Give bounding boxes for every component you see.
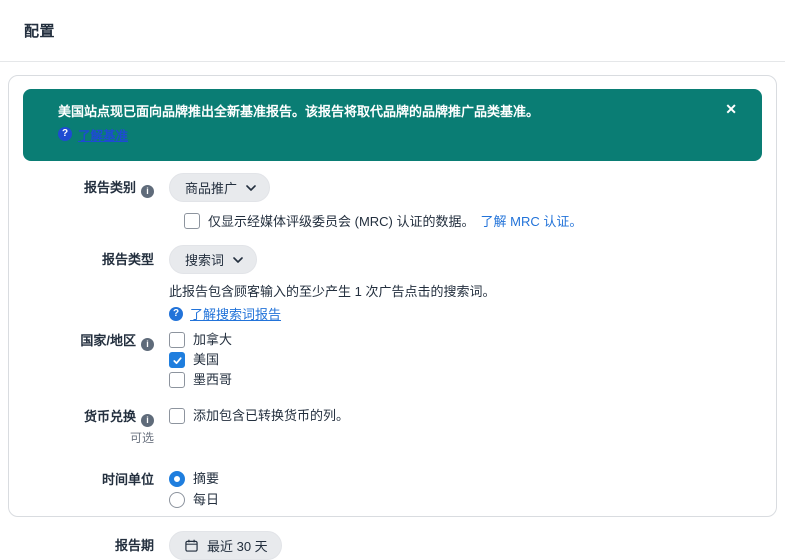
region-option-us: 美国: [169, 351, 232, 369]
region-option-mexico: 墨西哥: [169, 371, 232, 389]
report-period-label: 报告期: [9, 531, 169, 560]
time-unit-daily: 每日: [169, 491, 219, 509]
row-region: 国家/地区i 加拿大 美国 墨西哥: [9, 331, 776, 391]
help-icon: ?: [58, 127, 72, 141]
report-category-dropdown[interactable]: 商品推广: [169, 173, 270, 202]
daily-radio[interactable]: [169, 492, 185, 508]
help-icon: ?: [169, 307, 183, 321]
mexico-label: 墨西哥: [193, 371, 232, 389]
report-category-label: 报告类别i: [9, 173, 169, 202]
us-label: 美国: [193, 351, 219, 369]
announcement-banner: 美国站点现已面向品牌推出全新基准报告。该报告将取代品牌的品牌推广品类基准。 ? …: [23, 89, 762, 161]
canada-label: 加拿大: [193, 331, 232, 349]
info-icon[interactable]: i: [141, 185, 154, 198]
row-report-category: 报告类别i 商品推广: [9, 173, 776, 202]
calendar-icon: [185, 539, 198, 552]
page-title: 配置: [24, 20, 55, 41]
learn-search-term-report-link[interactable]: 了解搜索词报告: [190, 304, 281, 323]
report-type-description: 此报告包含顾客输入的至少产生 1 次广告点击的搜索词。: [169, 283, 495, 301]
learn-mrc-link[interactable]: 了解 MRC 认证。: [481, 211, 583, 230]
currency-checkbox-label: 添加包含已转换货币的列。: [193, 407, 349, 425]
region-option-canada: 加拿大: [169, 331, 232, 349]
chevron-down-icon: [246, 185, 256, 191]
mrc-checkbox-label: 仅显示经媒体评级委员会 (MRC) 认证的数据。: [208, 211, 475, 230]
daily-label: 每日: [193, 491, 219, 509]
row-mrc-filter: 仅显示经媒体评级委员会 (MRC) 认证的数据。 了解 MRC 认证。: [184, 211, 776, 230]
time-unit-summary: 摘要: [169, 470, 219, 488]
learn-benchmark-link[interactable]: 了解基准: [78, 125, 128, 144]
region-label: 国家/地区i: [9, 331, 169, 391]
banner-message: 美国站点现已面向品牌推出全新基准报告。该报告将取代品牌的品牌推广品类基准。: [58, 103, 714, 122]
summary-label: 摘要: [193, 470, 219, 488]
mexico-checkbox[interactable]: [169, 372, 185, 388]
row-report-type: 报告类型 搜索词 此报告包含顾客输入的至少产生 1 次广告点击的搜索词。 ? 了…: [9, 245, 776, 323]
time-unit-label: 时间单位: [9, 470, 169, 512]
report-type-label: 报告类型: [9, 245, 169, 323]
row-currency: 货币兑换i 可选 添加包含已转换货币的列。: [9, 407, 776, 447]
report-config-form: 报告类别i 商品推广 仅显示经媒体评级委员会 (MRC) 认证的数据。 了解 M…: [9, 173, 776, 560]
info-icon[interactable]: i: [141, 338, 154, 351]
close-icon[interactable]: ✕: [725, 102, 737, 116]
us-checkbox[interactable]: [169, 352, 185, 368]
currency-checkbox[interactable]: [169, 408, 185, 424]
currency-optional-note: 可选: [9, 430, 154, 447]
page-header: 配置: [0, 0, 785, 62]
info-icon[interactable]: i: [141, 414, 154, 427]
currency-label: 货币兑换i 可选: [9, 407, 169, 447]
summary-radio[interactable]: [169, 471, 185, 487]
chevron-down-icon: [233, 257, 243, 263]
currency-option: 添加包含已转换货币的列。: [169, 407, 349, 425]
canada-checkbox[interactable]: [169, 332, 185, 348]
report-type-help-row: ? 了解搜索词报告: [169, 304, 495, 323]
check-icon: [172, 355, 183, 366]
row-time-unit: 时间单位 摘要 每日: [9, 470, 776, 512]
banner-link-row: ? 了解基准: [58, 125, 714, 144]
configuration-card: 美国站点现已面向品牌推出全新基准报告。该报告将取代品牌的品牌推广品类基准。 ? …: [8, 75, 777, 517]
mrc-checkbox[interactable]: [184, 213, 200, 229]
report-period-button[interactable]: 最近 30 天: [169, 531, 282, 560]
report-type-dropdown[interactable]: 搜索词: [169, 245, 257, 274]
row-report-period: 报告期 最近 30 天: [9, 531, 776, 560]
